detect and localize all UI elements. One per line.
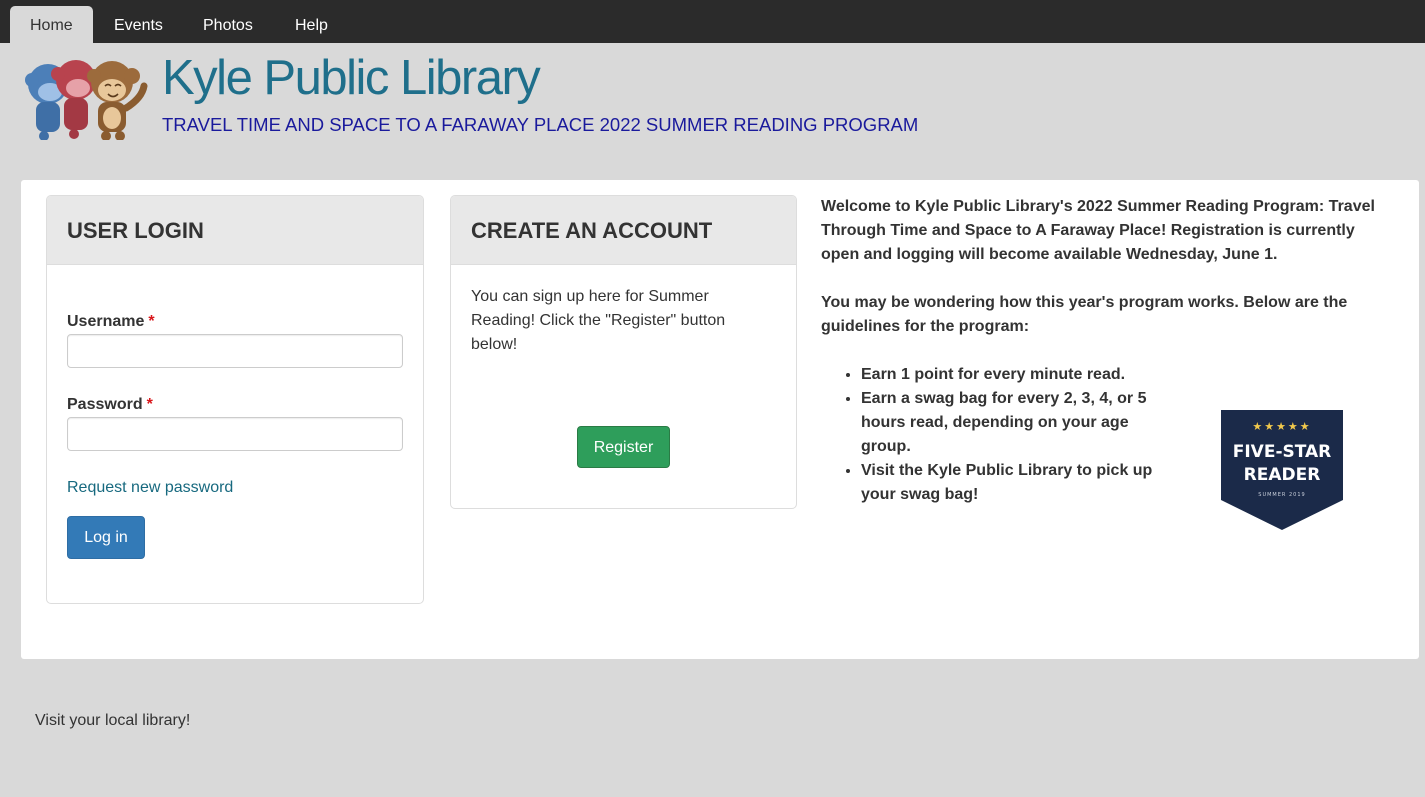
password-label: Password * [67, 396, 153, 414]
brown-monkey-icon [87, 61, 148, 140]
password-input[interactable] [67, 417, 403, 451]
badge-line-1: FIVE-STAR [1233, 442, 1332, 462]
guidelines-list: Earn 1 point for every minute read. Earn… [861, 363, 1171, 507]
badge-line-3: SUMMER 2019 [1258, 492, 1305, 498]
create-account-panel: CREATE AN ACCOUNT You can sign up here f… [450, 195, 797, 509]
password-label-text: Password [67, 396, 143, 413]
request-new-password-link[interactable]: Request new password [67, 479, 233, 497]
tab-events[interactable]: Events [94, 6, 183, 43]
list-item: Visit the Kyle Public Library to pick up… [861, 459, 1171, 507]
create-account-heading: CREATE AN ACCOUNT [451, 196, 796, 265]
tab-photos[interactable]: Photos [183, 6, 273, 43]
user-login-heading: USER LOGIN [47, 196, 423, 265]
badge-stars: ★★★★★ [1252, 420, 1311, 433]
library-logo[interactable] [24, 56, 150, 140]
badge-line-2: READER [1244, 465, 1321, 485]
site-title[interactable]: Kyle Public Library [162, 50, 541, 106]
create-account-text: You can sign up here for Summer Reading!… [471, 288, 726, 353]
site-slogan: TRAVEL TIME AND SPACE TO A FARAWAY PLACE… [162, 114, 919, 135]
required-marker: * [146, 396, 153, 413]
tab-help[interactable]: Help [275, 6, 348, 43]
required-marker: * [148, 313, 155, 330]
top-navigation: Home Events Photos Help [0, 0, 1425, 43]
user-login-panel: USER LOGIN Username * Password * Request n… [46, 195, 424, 604]
log-in-button[interactable]: Log in [67, 516, 145, 559]
guidelines-intro: You may be wondering how this year's pro… [821, 294, 1348, 335]
footer-text: Visit your local library! [35, 712, 191, 729]
list-item: Earn a swag bag for every 2, 3, 4, or 5 … [861, 387, 1171, 459]
username-label: Username * [67, 313, 155, 331]
list-item: Earn 1 point for every minute read. [861, 363, 1171, 387]
register-button[interactable]: Register [577, 426, 670, 468]
five-star-reader-badge: ★★★★★ FIVE-STAR READER SUMMER 2019 [1221, 410, 1343, 530]
main-content: USER LOGIN Username * Password * Request n… [21, 180, 1419, 659]
username-input[interactable] [67, 334, 403, 368]
welcome-paragraph: Welcome to Kyle Public Library's 2022 Su… [821, 198, 1375, 263]
tab-home[interactable]: Home [10, 6, 93, 43]
username-label-text: Username [67, 313, 145, 330]
